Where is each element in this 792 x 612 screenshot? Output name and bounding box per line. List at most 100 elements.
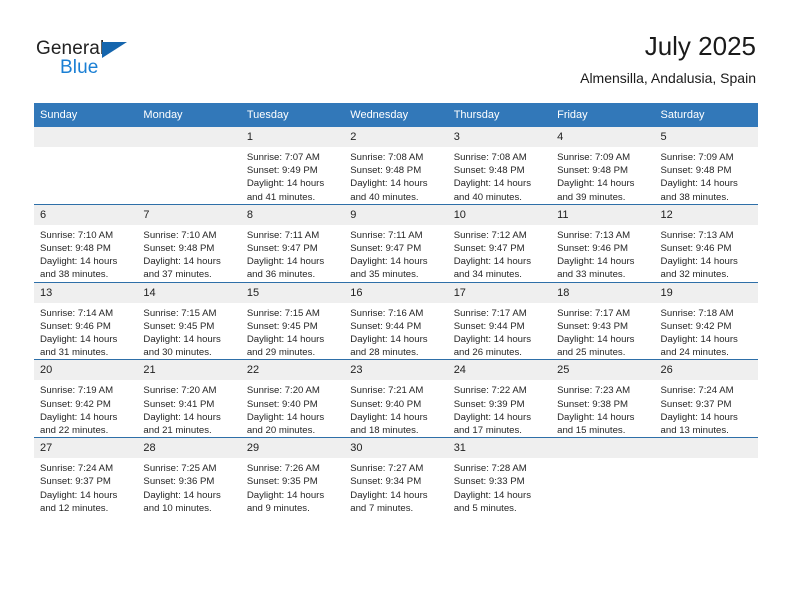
calendar-day-cell[interactable]: 11 Sunrise: 7:13 AM Sunset: 9:46 PM Dayligh… <box>551 203 655 283</box>
calendar-day-cell[interactable]: 16 Sunrise: 7:16 AM Sunset: 9:44 PM Dayligh… <box>344 281 448 360</box>
calendar-day-cell[interactable]: 19 Sunrise: 7:18 AM Sunset: 9:42 PM Dayligh… <box>654 281 758 360</box>
day-number: 6 <box>34 204 138 225</box>
sunset-text: Sunset: 9:37 PM <box>40 476 111 488</box>
sunrise-text: Sunrise: 7:13 AM <box>557 229 631 241</box>
calendar-day-cell[interactable]: 26 Sunrise: 7:24 AM Sunset: 9:37 PM Dayligh… <box>654 359 758 438</box>
day-number: 3 <box>447 127 552 147</box>
sunrise-text: Sunrise: 7:25 AM <box>143 463 217 475</box>
sunrise-text: Sunrise: 7:09 AM <box>557 152 631 163</box>
page-title: July 2025 <box>644 31 756 61</box>
day-sun-info: Sunrise: 7:08 AM Sunset: 9:48 PM Daylight:… <box>344 147 447 204</box>
calendar-day-cell[interactable]: 8 Sunrise: 7:11 AM Sunset: 9:47 PM Daylight… <box>240 203 345 283</box>
day-number: 24 <box>447 360 552 381</box>
weekday-header-wednesday: Wednesday <box>344 103 448 127</box>
calendar-day-cell[interactable]: 21 Sunrise: 7:20 AM Sunset: 9:41 PM Dayligh… <box>137 359 241 438</box>
daylight-text-line2: and 35 minutes. <box>350 269 419 281</box>
daylight-text-line1: Daylight: 14 hours <box>350 256 428 268</box>
daylight-text-line1: Daylight: 14 hours <box>143 334 221 346</box>
calendar-day-cell[interactable]: 5 Sunrise: 7:09 AM Sunset: 9:48 PM Daylight… <box>654 127 758 205</box>
calendar-day-cell[interactable]: 2 Sunrise: 7:08 AM Sunset: 9:48 PM Daylight… <box>344 127 448 205</box>
calendar-day-cell[interactable]: 9 Sunrise: 7:11 AM Sunset: 9:47 PM Daylight… <box>344 203 448 283</box>
sunrise-text: Sunrise: 7:24 AM <box>40 463 114 475</box>
day-number: 14 <box>137 282 241 303</box>
daylight-text-line2: and 24 minutes. <box>660 347 729 359</box>
calendar-day-cell[interactable]: 24 Sunrise: 7:22 AM Sunset: 9:39 PM Dayligh… <box>447 359 552 438</box>
daylight-text-line2: and 30 minutes. <box>143 347 212 359</box>
day-number: 25 <box>551 360 655 381</box>
daylight-text-line1: Daylight: 14 hours <box>557 411 635 423</box>
calendar-day-cell[interactable]: 4 Sunrise: 7:09 AM Sunset: 9:48 PM Daylight… <box>551 127 655 205</box>
calendar-day-cell[interactable]: 28 Sunrise: 7:25 AM Sunset: 9:36 PM Dayligh… <box>137 437 241 516</box>
weekday-header-thursday: Thursday <box>447 103 552 127</box>
sunset-text: Sunset: 9:46 PM <box>557 243 629 255</box>
calendar-day-cell[interactable]: 25 Sunrise: 7:23 AM Sunset: 9:38 PM Dayligh… <box>551 359 655 438</box>
day-sun-info: Sunrise: 7:24 AM Sunset: 9:37 PM Daylight:… <box>34 458 137 515</box>
calendar-day-cell[interactable]: 31 Sunrise: 7:28 AM Sunset: 9:33 PM Dayligh… <box>447 437 552 516</box>
calendar-day-cell[interactable]: 1 Sunrise: 7:07 AM Sunset: 9:49 PM Daylight… <box>240 127 345 205</box>
day-number: 29 <box>240 438 345 459</box>
calendar-day-cell[interactable]: 13 Sunrise: 7:14 AM Sunset: 9:46 PM Dayligh… <box>34 281 138 360</box>
calendar-grid: Sunday Monday Tuesday Wednesday Thursday… <box>34 103 758 516</box>
day-number: 5 <box>654 127 758 147</box>
day-number: 15 <box>240 282 345 303</box>
daylight-text-line2: and 5 minutes. <box>453 502 517 514</box>
daylight-text-line1: Daylight: 14 hours <box>557 334 635 346</box>
calendar-day-cell-empty <box>137 127 241 205</box>
day-number: 9 <box>344 204 448 225</box>
calendar-day-cell[interactable]: 17 Sunrise: 7:17 AM Sunset: 9:44 PM Dayligh… <box>447 281 552 360</box>
calendar-day-cell[interactable]: 15 Sunrise: 7:15 AM Sunset: 9:45 PM Dayligh… <box>240 281 345 360</box>
calendar-day-cell[interactable]: 23 Sunrise: 7:21 AM Sunset: 9:40 PM Dayligh… <box>344 359 448 438</box>
calendar-day-cell[interactable]: 3 Sunrise: 7:08 AM Sunset: 9:48 PM Daylight… <box>447 127 552 205</box>
calendar-day-cell[interactable]: 30 Sunrise: 7:27 AM Sunset: 9:34 PM Dayligh… <box>344 437 448 516</box>
day-number: 4 <box>551 127 655 147</box>
sunset-text: Sunset: 9:40 PM <box>246 398 318 410</box>
weekday-header-monday: Monday <box>137 103 241 127</box>
day-number: 13 <box>34 282 138 303</box>
calendar-day-cell[interactable]: 6 Sunrise: 7:10 AM Sunset: 9:48 PM Daylight… <box>34 203 138 283</box>
calendar-day-cell[interactable]: 7 Sunrise: 7:10 AM Sunset: 9:48 PM Daylight… <box>137 203 241 283</box>
daylight-text-line2: and 38 minutes. <box>660 191 729 203</box>
sunrise-text: Sunrise: 7:20 AM <box>246 385 320 397</box>
day-number: 30 <box>344 438 448 459</box>
page-header: General Blue July 2025 Almensilla, Andal… <box>0 0 792 100</box>
daylight-text-line1: Daylight: 14 hours <box>350 489 428 501</box>
calendar-day-cell[interactable]: 14 Sunrise: 7:15 AM Sunset: 9:45 PM Dayligh… <box>137 281 241 360</box>
sunrise-text: Sunrise: 7:11 AM <box>350 229 423 241</box>
daylight-text-line1: Daylight: 14 hours <box>453 256 532 268</box>
general-blue-logo[interactable]: General Blue <box>36 38 156 84</box>
sunrise-text: Sunrise: 7:08 AM <box>350 152 424 163</box>
calendar-day-cell[interactable]: 18 Sunrise: 7:17 AM Sunset: 9:43 PM Dayligh… <box>551 281 655 360</box>
daylight-text-line1: Daylight: 14 hours <box>453 411 532 423</box>
daylight-text-line2: and 7 minutes. <box>350 502 414 514</box>
sunrise-text: Sunrise: 7:28 AM <box>453 463 527 475</box>
day-sun-info: Sunrise: 7:15 AM Sunset: 9:45 PM Daylight:… <box>137 303 240 360</box>
calendar-day-cell[interactable]: 22 Sunrise: 7:20 AM Sunset: 9:40 PM Dayligh… <box>240 359 345 438</box>
sunrise-text: Sunrise: 7:23 AM <box>557 385 631 397</box>
calendar-day-cell[interactable]: 12 Sunrise: 7:13 AM Sunset: 9:46 PM Dayligh… <box>654 203 758 283</box>
day-number: 16 <box>344 282 448 303</box>
day-sun-info: Sunrise: 7:17 AM Sunset: 9:44 PM Daylight:… <box>448 303 551 360</box>
daylight-text-line2: and 38 minutes. <box>40 269 109 281</box>
daylight-text-line1: Daylight: 14 hours <box>40 489 118 501</box>
sunrise-text: Sunrise: 7:10 AM <box>143 229 217 241</box>
sunset-text: Sunset: 9:48 PM <box>453 165 525 177</box>
day-number: 2 <box>344 127 448 147</box>
calendar-day-cell[interactable]: 10 Sunrise: 7:12 AM Sunset: 9:47 PM Dayligh… <box>447 203 552 283</box>
daylight-text-line2: and 39 minutes. <box>557 191 626 203</box>
daylight-text-line1: Daylight: 14 hours <box>660 411 738 423</box>
day-sun-info: Sunrise: 7:20 AM Sunset: 9:40 PM Daylight:… <box>241 380 344 437</box>
daylight-text-line2: and 12 minutes. <box>40 502 109 514</box>
daylight-text-line2: and 28 minutes. <box>350 347 419 359</box>
day-sun-info: Sunrise: 7:21 AM Sunset: 9:40 PM Daylight:… <box>344 380 447 437</box>
calendar-day-cell[interactable]: 20 Sunrise: 7:19 AM Sunset: 9:42 PM Dayligh… <box>34 359 138 438</box>
daylight-text-line2: and 9 minutes. <box>246 502 310 514</box>
daylight-text-line1: Daylight: 14 hours <box>246 489 325 501</box>
sunrise-text: Sunrise: 7:12 AM <box>453 229 527 241</box>
day-sun-info: Sunrise: 7:07 AM Sunset: 9:49 PM Daylight:… <box>241 147 344 204</box>
day-sun-info: Sunrise: 7:23 AM Sunset: 9:38 PM Daylight:… <box>551 380 654 437</box>
sunset-text: Sunset: 9:35 PM <box>246 476 318 488</box>
calendar-day-cell[interactable]: 29 Sunrise: 7:26 AM Sunset: 9:35 PM Dayligh… <box>240 437 345 516</box>
calendar-day-cell[interactable]: 27 Sunrise: 7:24 AM Sunset: 9:37 PM Dayligh… <box>34 437 138 516</box>
sunrise-text: Sunrise: 7:22 AM <box>453 385 527 397</box>
day-sun-info: Sunrise: 7:24 AM Sunset: 9:37 PM Daylight:… <box>655 380 758 437</box>
